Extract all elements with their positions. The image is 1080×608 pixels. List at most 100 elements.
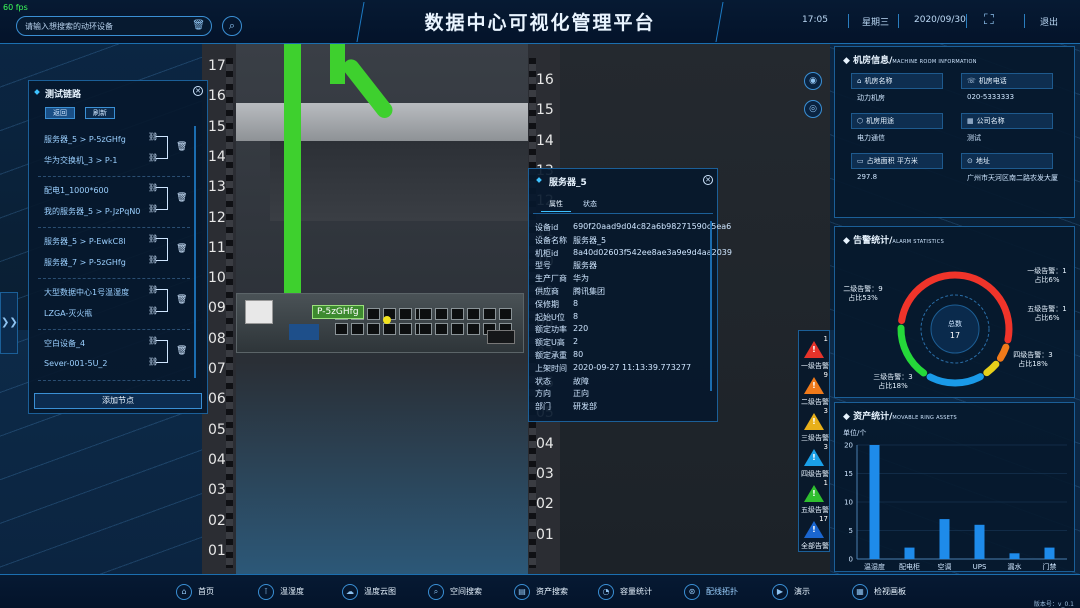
- switch-port[interactable]: [451, 323, 464, 335]
- room-info-card: ⌂ 机房名称: [851, 73, 943, 89]
- close-icon[interactable]: ✕: [193, 86, 203, 96]
- route-item[interactable]: 空白设备_4 Sever-001-5U_2 ⛓ ⛓ 🗑: [38, 330, 190, 381]
- attribute-value: 研发部: [573, 402, 597, 412]
- bar[interactable]: [1044, 547, 1055, 559]
- search-icon[interactable]: ⌕: [222, 16, 242, 36]
- back-button[interactable]: 返回: [45, 107, 75, 119]
- attribute-row: 型号 服务器: [535, 260, 597, 271]
- delete-icon[interactable]: 🗑: [176, 346, 187, 356]
- switch-port[interactable]: [435, 308, 448, 320]
- home-icon: ⌂: [176, 583, 192, 600]
- attribute-row: 起始U位 8: [535, 312, 578, 323]
- attribute-value: 2020-09-27 11:13:39.773277: [573, 362, 692, 372]
- nav-item-label: 资产搜索: [536, 587, 568, 596]
- delete-icon[interactable]: 🗑: [176, 142, 187, 152]
- nav-item-pie[interactable]: ◔ 容量统计: [598, 583, 652, 603]
- logout-button[interactable]: 退出: [1040, 15, 1058, 28]
- switch-port[interactable]: [367, 323, 380, 335]
- rack-unit-number: 03: [536, 465, 554, 482]
- alarm-count: 17: [819, 515, 828, 523]
- switch-port[interactable]: [483, 308, 496, 320]
- switch-port[interactable]: [467, 323, 480, 335]
- view-reset-icon[interactable]: ◉: [804, 72, 822, 90]
- search-input[interactable]: [25, 19, 185, 33]
- room-info-label: 公司名称: [976, 117, 1005, 125]
- switch-port[interactable]: [383, 323, 396, 335]
- route-item[interactable]: 服务器_5 > P-5zGHfg 华为交换机_3 > P-1 ⛓ ⛓ 🗑: [38, 126, 190, 177]
- attribute-row: 生产厂商 华为: [535, 273, 589, 284]
- link-bracket: [156, 289, 168, 312]
- attribute-key: 状态: [535, 376, 551, 386]
- attribute-key: 部门: [535, 402, 551, 412]
- switch-port[interactable]: [399, 323, 412, 335]
- alarm-level-item[interactable]: ! 1 五级告警: [799, 479, 831, 515]
- nav-item-board[interactable]: ▦ 检视画板: [852, 583, 906, 603]
- nav-item-asset[interactable]: ▤ 资产搜索: [514, 583, 568, 603]
- detail-scrollbar[interactable]: [710, 221, 712, 391]
- bar[interactable]: [869, 445, 880, 559]
- tab-underline: [533, 213, 713, 214]
- tab-attributes[interactable]: 属性: [541, 199, 571, 212]
- route-list-scrollbar[interactable]: [194, 126, 196, 378]
- rack-unit-number: 02: [536, 496, 554, 513]
- alarm-level-item[interactable]: ! 3 四级告警: [799, 443, 831, 479]
- switch-port[interactable]: [419, 308, 432, 320]
- nav-item-label: 检视画板: [874, 587, 906, 596]
- add-node-button[interactable]: 添加节点: [34, 393, 202, 409]
- switch-port[interactable]: [499, 308, 512, 320]
- room-info-card: ☏ 机房电话: [961, 73, 1053, 89]
- close-icon[interactable]: ✕: [703, 175, 713, 185]
- switch-port[interactable]: [351, 323, 364, 335]
- nav-item-play[interactable]: ▶ 演示: [772, 583, 810, 603]
- refresh-button[interactable]: 刷新: [85, 107, 115, 119]
- route-item[interactable]: 大型数据中心1号温湿度 LZGA-灭火瓶 ⛓ ⛓ 🗑: [38, 279, 190, 330]
- asset-bar-chart: 单位/个 0 5 10 15 20 温湿度 配电柜 空调 UPS 漏水 门禁: [843, 428, 1067, 571]
- alarm-stat-percent: 占比53%: [848, 293, 878, 302]
- switch-port[interactable]: [451, 308, 464, 320]
- switch-port[interactable]: [367, 308, 380, 320]
- tab-status[interactable]: 状态: [575, 199, 605, 209]
- home-icon: ⌂: [857, 77, 862, 85]
- nav-item-thermometer[interactable]: ⊺ 温湿度: [258, 583, 304, 603]
- alarm-level-item[interactable]: ! 3 三级告警: [799, 407, 831, 443]
- bar[interactable]: [904, 547, 915, 559]
- alarm-level-item[interactable]: ! 9 二级告警: [799, 371, 831, 407]
- x-tick-label: 配电柜: [899, 562, 920, 571]
- alarm-level-item[interactable]: ! 17 全部告警: [799, 515, 831, 551]
- fullscreen-icon[interactable]: ⛶: [984, 12, 994, 28]
- cube-icon: ⬡: [857, 117, 864, 125]
- nav-item-cloud[interactable]: ☁ 温度云图: [342, 583, 396, 603]
- route-item[interactable]: 服务器_5 > P-EwkC8l 服务器_7 > P-5zGHfg ⛓ ⛓ 🗑: [38, 228, 190, 279]
- area-icon: ▭: [857, 157, 864, 165]
- left-expand-tab[interactable]: ❯❯: [0, 292, 18, 354]
- bar[interactable]: [974, 524, 985, 559]
- alarm-stat-percent: 占比6%: [1034, 275, 1059, 284]
- delete-icon[interactable]: 🗑: [176, 244, 187, 254]
- alarm-stat-label: 三级告警：3: [873, 372, 912, 381]
- top-separator: [898, 14, 899, 28]
- clear-search-icon[interactable]: 🗑: [192, 20, 205, 31]
- nav-item-home[interactable]: ⌂ 首页: [176, 583, 214, 603]
- switch-port[interactable]: [335, 323, 348, 335]
- nav-item-topology[interactable]: ⊛ 配线拓扑: [684, 583, 738, 603]
- switch-port[interactable]: [435, 323, 448, 335]
- nav-item-search-space[interactable]: ⌕ 空间搜索: [428, 583, 482, 603]
- switch-port[interactable]: [419, 323, 432, 335]
- bar[interactable]: [939, 519, 950, 559]
- switch-sfp-ports: [487, 330, 515, 344]
- clock-time: 17:05: [802, 15, 828, 25]
- switch-port[interactable]: [467, 308, 480, 320]
- alarm-level-item[interactable]: ! 1 一级告警: [799, 335, 831, 371]
- bar[interactable]: [1009, 553, 1020, 559]
- room-info-value: 020-5333333: [967, 93, 1015, 101]
- delete-icon[interactable]: 🗑: [176, 295, 187, 305]
- room-info-subtitle: MACHINE ROOM INFORMATION: [892, 59, 977, 65]
- x-tick-label: 漏水: [1008, 562, 1022, 571]
- attribute-row: 保修期 8: [535, 299, 578, 310]
- delete-icon[interactable]: 🗑: [176, 193, 187, 203]
- device-port-tag[interactable]: P-5zGHfg: [312, 305, 364, 319]
- route-item[interactable]: 配电1_1000*600 我的服务器_5 > P-JzPqN0 ⛓ ⛓ 🗑: [38, 177, 190, 228]
- switch-port[interactable]: [399, 308, 412, 320]
- network-switch[interactable]: [236, 293, 524, 353]
- camera-icon[interactable]: ◎: [804, 100, 822, 118]
